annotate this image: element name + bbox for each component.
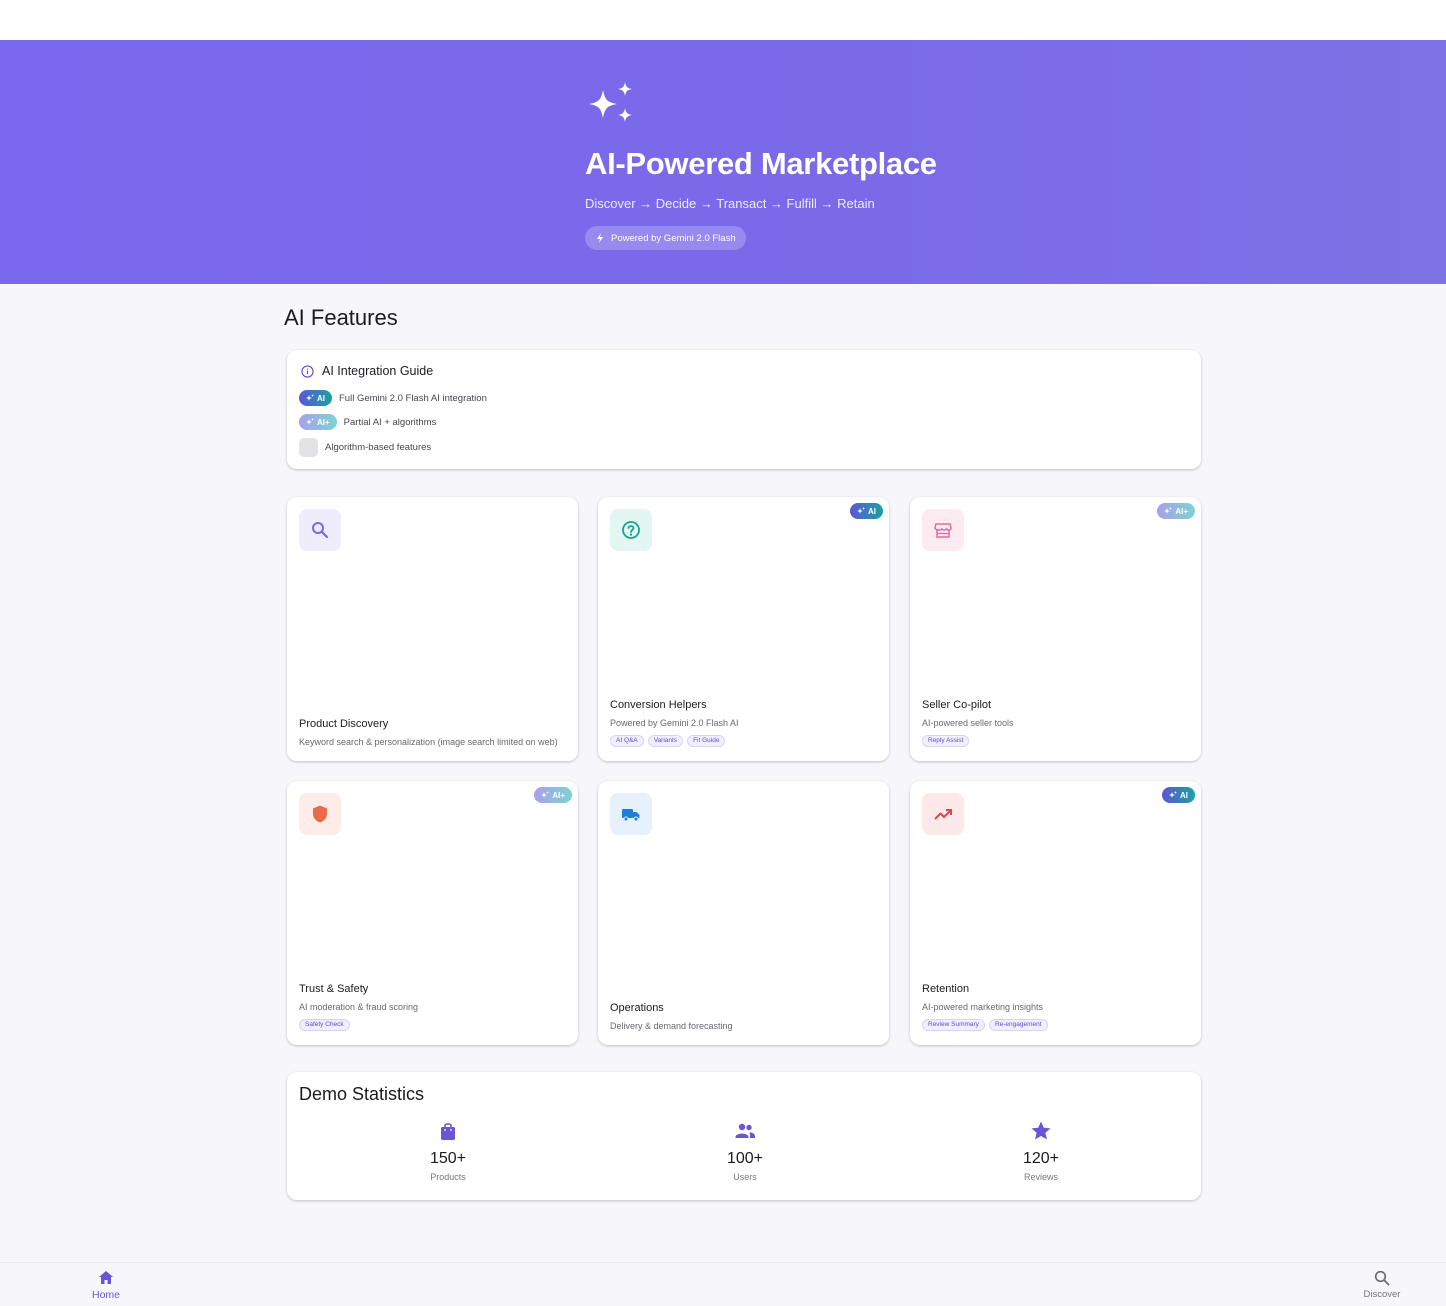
stat-reviews: 120+ Reviews — [981, 1120, 1101, 1182]
feature-icon-box — [922, 509, 964, 551]
tag-chip: Safety Check — [299, 1019, 350, 1031]
search-icon — [312, 522, 329, 539]
sparkle-icon — [1164, 507, 1173, 514]
feature-card-product-discovery[interactable]: Product Discovery Keyword search & perso… — [287, 497, 578, 761]
info-icon — [301, 364, 314, 378]
sparkle-icon — [1169, 791, 1177, 798]
storefront-icon — [934, 523, 952, 538]
bolt-icon — [597, 233, 603, 243]
star-icon — [1031, 1121, 1051, 1140]
help-circle-icon — [622, 521, 640, 539]
feature-card-retention[interactable]: AI Retention AI-powered marketing insigh… — [910, 781, 1201, 1045]
home-icon — [99, 1271, 113, 1284]
algorithm-badge — [299, 438, 318, 457]
guide-row-algorithm: Algorithm-based features — [299, 438, 431, 457]
tag-chip: Fit Guide — [687, 735, 726, 747]
shield-icon — [313, 805, 327, 823]
feature-card-seller-copilot[interactable]: AI+ Seller Co-pilot AI-powered seller to… — [910, 497, 1201, 761]
nav-discover-label: Discover — [1363, 1289, 1401, 1300]
tag-chip: Reply Assist — [922, 735, 970, 747]
tag-chip: AI Q&A — [610, 735, 644, 747]
hero-banner: AI-Powered Marketplace Discover → Decide… — [0, 40, 1446, 284]
guide-row-label: Full Gemini 2.0 Flash AI integration — [339, 392, 487, 404]
feature-desc: Powered by Gemini 2.0 Flash AI — [610, 718, 739, 728]
stats-title: Demo Statistics — [299, 1084, 425, 1104]
top-bar — [0, 0, 1446, 40]
feature-icon-box — [610, 793, 652, 835]
people-icon — [735, 1123, 755, 1138]
sparkle-icon — [857, 507, 865, 514]
ai-plus-badge: AI+ — [299, 414, 337, 430]
stat-products: 150+ Products — [388, 1120, 508, 1182]
powered-by-label: Powered by Gemini 2.0 Flash — [611, 232, 736, 244]
feature-icon-box — [610, 509, 652, 551]
feature-desc: AI moderation & fraud scoring — [299, 1002, 419, 1012]
tag-chip: Re-engagement — [988, 1019, 1048, 1031]
ai-badge: AI — [1162, 787, 1195, 803]
guide-row-ai-plus: AI+ Partial AI + algorithms — [299, 414, 436, 430]
ai-integration-guide: AI Integration Guide AI Full Gemini 2.0 … — [287, 350, 1201, 469]
section-title: AI Features — [284, 305, 398, 330]
feature-icon-box — [299, 509, 341, 551]
nav-home-label: Home — [91, 1289, 120, 1301]
stat-label: Reviews — [1023, 1172, 1058, 1182]
feature-tags: Review Summary Re-engagement — [922, 1019, 1048, 1031]
feature-tags: Reply Assist — [922, 735, 970, 747]
bottom-navigation: Home Discover — [0, 1262, 1446, 1306]
sparkle-icon — [306, 394, 314, 401]
ai-badge: AI — [850, 503, 883, 519]
stat-label: Products — [430, 1172, 466, 1182]
sparkle-icon — [306, 418, 314, 425]
nav-discover[interactable]: Discover — [1352, 1269, 1412, 1300]
feature-title: Trust & Safety — [299, 983, 369, 995]
sparkle-icon — [541, 791, 550, 798]
feature-card-trust-safety[interactable]: AI+ Trust & Safety AI moderation & fraud… — [287, 781, 578, 1045]
feature-tags: AI Q&A Variants Fit Guide — [610, 735, 726, 747]
tag-chip: Review Summary — [922, 1019, 985, 1031]
feature-title: Retention — [922, 983, 970, 995]
feature-icon-box — [922, 793, 964, 835]
powered-by-chip: Powered by Gemini 2.0 Flash — [585, 226, 746, 250]
truck-icon — [622, 809, 640, 822]
feature-card-conversion-helpers[interactable]: AI Conversion Helpers Powered by Gemini … — [598, 497, 889, 761]
ai-badge: AI — [299, 390, 332, 406]
hero-subtitle: Discover → Decide → Transact → Fulfill →… — [585, 196, 875, 211]
trending-up-icon — [934, 809, 952, 820]
feature-desc: AI-powered seller tools — [922, 718, 1014, 728]
guide-title: AI Integration Guide — [322, 364, 434, 378]
ai-plus-badge: AI+ — [1157, 503, 1195, 519]
feature-title: Product Discovery — [299, 718, 389, 730]
tag-chip: Variants — [647, 735, 684, 747]
stat-label: Users — [733, 1172, 757, 1182]
stat-value: 150+ — [429, 1150, 467, 1167]
feature-desc: AI-powered marketing insights — [922, 1002, 1044, 1012]
hero-title: AI-Powered Marketplace — [585, 146, 937, 181]
stat-value: 100+ — [726, 1150, 764, 1167]
nav-home[interactable]: Home — [76, 1269, 136, 1301]
stat-value: 120+ — [1022, 1150, 1060, 1167]
guide-row-label: Algorithm-based features — [325, 442, 432, 453]
feature-icon-box — [299, 793, 341, 835]
guide-row-ai: AI Full Gemini 2.0 Flash AI integration — [299, 390, 487, 406]
feature-title: Conversion Helpers — [610, 699, 707, 711]
feature-desc: Delivery & demand forecasting — [610, 1021, 733, 1031]
feature-card-operations[interactable]: Operations Delivery & demand forecasting — [598, 781, 889, 1045]
demo-statistics-card: Demo Statistics 150+ Products 100+ Users… — [287, 1072, 1201, 1200]
ai-plus-badge: AI+ — [534, 787, 572, 803]
guide-row-label: Partial AI + algorithms — [343, 416, 437, 428]
stat-users: 100+ Users — [685, 1120, 805, 1182]
feature-title: Seller Co-pilot — [922, 699, 992, 711]
search-icon — [1374, 1270, 1390, 1286]
feature-desc: Keyword search & personalization (image … — [299, 737, 558, 747]
sparkle-icon — [589, 82, 632, 122]
feature-title: Operations — [610, 1002, 664, 1014]
feature-tags: Safety Check — [299, 1019, 350, 1031]
shopping-bag-icon — [441, 1123, 455, 1140]
